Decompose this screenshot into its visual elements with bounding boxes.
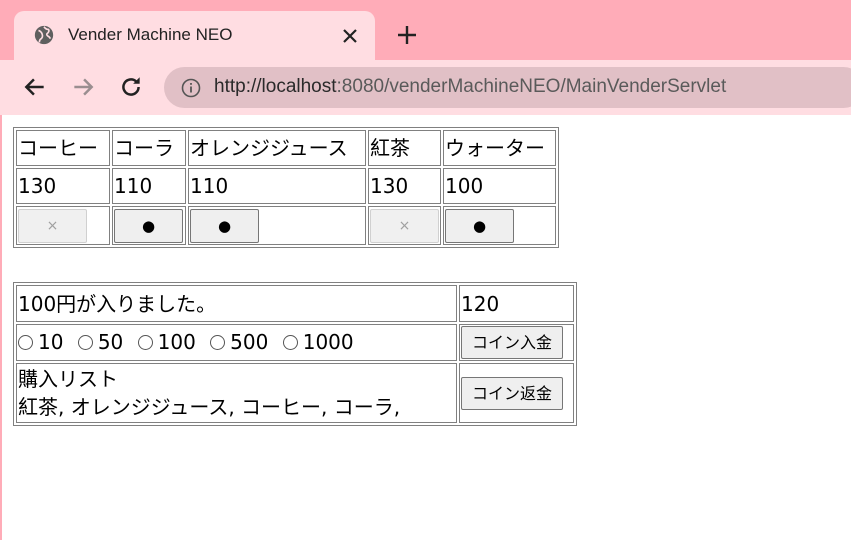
balance-value: 120 <box>459 285 574 322</box>
radio-button[interactable] <box>210 334 226 350</box>
drink-price: 110 <box>112 168 186 204</box>
drink-button-cell: ● <box>188 206 366 245</box>
drink-button-cell: ● <box>112 206 186 245</box>
globe-icon <box>34 25 54 45</box>
coin-label: 500 <box>230 330 269 355</box>
insert-coin-button[interactable]: コイン入金 <box>461 326 564 359</box>
drink-price: 130 <box>368 168 441 204</box>
drink-price-row: 130 110 110 130 100 <box>16 168 556 204</box>
buy-orange-juice-button[interactable]: ● <box>190 208 259 243</box>
tab-strip: Vender Machine NEO <box>0 0 851 60</box>
radio-button[interactable] <box>282 334 298 350</box>
info-icon[interactable] <box>181 78 201 98</box>
coin-option-500[interactable]: 500 <box>210 327 268 357</box>
buy-water-button[interactable]: ● <box>445 208 514 243</box>
radio-button[interactable] <box>77 334 93 350</box>
purchase-list-cell: 購入リスト 紅茶, オレンジジュース, コーヒー, コーラ, <box>16 363 457 423</box>
coin-row: 10 50 100 500 1000 コイン入金 <box>16 324 574 361</box>
drink-button-cell: × <box>368 206 441 245</box>
purchase-list-label: 購入リスト <box>18 367 118 391</box>
status-message: 100円が入りました。 <box>16 285 457 322</box>
address-bar[interactable]: http://localhost:8080/venderMachineNEO/M… <box>164 67 851 108</box>
buy-tea-button: × <box>370 208 439 243</box>
drink-name: 紅茶 <box>368 130 441 166</box>
drink-name: コーヒー <box>16 130 110 166</box>
radio-button[interactable] <box>137 334 153 350</box>
back-arrow-icon[interactable] <box>22 74 48 100</box>
coin-label: 50 <box>97 330 124 355</box>
url-text[interactable]: http://localhost:8080/venderMachineNEO/M… <box>214 76 726 98</box>
buy-cola-button[interactable]: ● <box>114 208 183 243</box>
drink-button-cell: ● <box>443 206 556 245</box>
drink-table: コーヒー コーラ オレンジジュース 紅茶 ウォーター 130 110 110 1… <box>13 127 559 248</box>
url-path: :8080/venderMachineNEO/MainVenderServlet <box>336 76 727 97</box>
coin-options: 10 50 100 500 1000 <box>16 324 457 361</box>
drink-price: 100 <box>443 168 556 204</box>
url-host: http://localhost <box>214 76 337 97</box>
radio-button[interactable] <box>18 334 33 350</box>
insert-cell: コイン入金 <box>459 324 574 361</box>
drink-name: ウォーター <box>443 130 556 166</box>
drink-button-cell: × <box>16 206 110 245</box>
coin-label: 1000 <box>302 330 354 355</box>
coin-option-10[interactable]: 10 <box>18 327 63 357</box>
purchase-list: 紅茶, オレンジジュース, コーヒー, コーラ, <box>18 395 401 419</box>
forward-arrow-icon[interactable] <box>70 74 96 100</box>
coin-option-1000[interactable]: 1000 <box>282 327 354 357</box>
drink-name-row: コーヒー コーラ オレンジジュース 紅茶 ウォーター <box>16 130 556 166</box>
coin-label: 100 <box>157 330 196 355</box>
status-row: 100円が入りました。 120 <box>16 285 574 322</box>
buy-coffee-button: × <box>18 208 87 243</box>
drink-name: コーラ <box>112 130 186 166</box>
new-tab-icon[interactable] <box>393 21 421 49</box>
purchase-row: 購入リスト 紅茶, オレンジジュース, コーヒー, コーラ, コイン返金 <box>16 363 574 423</box>
drink-price: 130 <box>16 168 110 204</box>
window-edge <box>0 115 2 540</box>
wallet-table: 100円が入りました。 120 10 50 100 500 1000 コイン入金… <box>13 282 577 426</box>
reload-icon[interactable] <box>118 74 144 100</box>
browser-toolbar: http://localhost:8080/venderMachineNEO/M… <box>0 60 851 115</box>
coin-option-50[interactable]: 50 <box>77 327 124 357</box>
coin-label: 10 <box>38 330 64 355</box>
return-coin-button[interactable]: コイン返金 <box>461 376 564 410</box>
tab-title: Vender Machine NEO <box>68 25 233 44</box>
browser-tab[interactable]: Vender Machine NEO <box>14 11 375 60</box>
drink-button-row: × ● ● × ● <box>16 206 556 245</box>
close-tab-icon[interactable] <box>337 23 363 49</box>
page-content: コーヒー コーラ オレンジジュース 紅茶 ウォーター 130 110 110 1… <box>13 127 577 426</box>
coin-option-100[interactable]: 100 <box>137 327 196 357</box>
return-cell: コイン返金 <box>459 363 574 423</box>
drink-name: オレンジジュース <box>188 130 366 166</box>
drink-price: 110 <box>188 168 366 204</box>
